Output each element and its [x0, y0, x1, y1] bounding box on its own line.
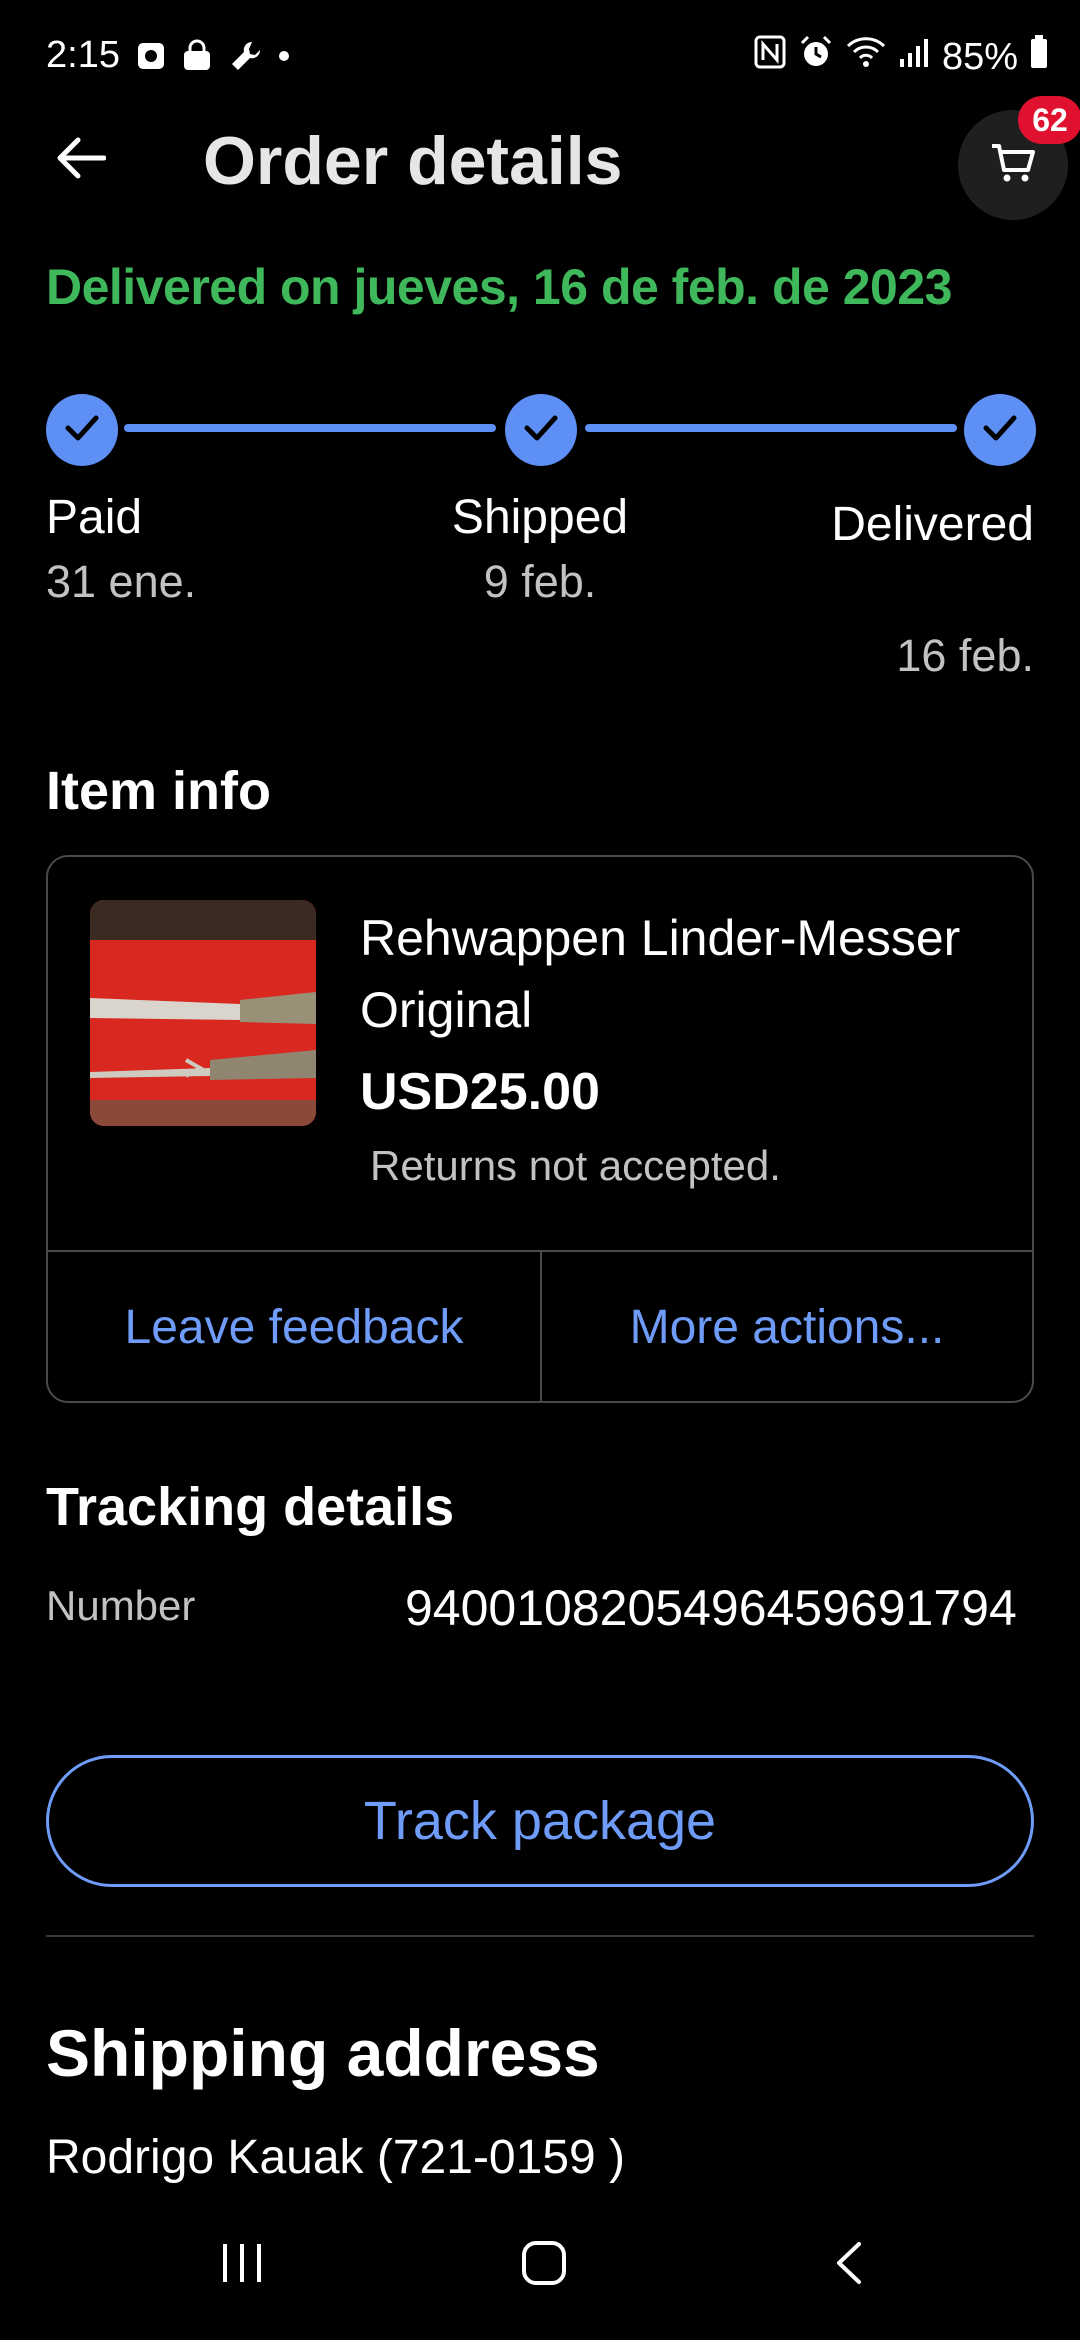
- tracking-number-label: Number: [46, 1582, 196, 1629]
- step-label-delivered: Delivered: [831, 498, 1034, 551]
- tracking-heading: Tracking details: [46, 1477, 455, 1537]
- step-date-paid: 31 ene.: [46, 556, 197, 607]
- step-label-paid: Paid: [46, 491, 143, 544]
- back-nav-button[interactable]: [788, 2225, 908, 2305]
- wifi-icon: [846, 35, 886, 79]
- battery-icon: [1030, 35, 1048, 79]
- shipping-address-heading: Shipping address: [46, 2016, 600, 2090]
- notification-icon: [136, 41, 166, 76]
- nfc-icon: [754, 35, 786, 79]
- status-time: 2:15: [46, 34, 120, 76]
- item-price: USD25.00: [360, 1063, 600, 1121]
- delivery-status: Delivered on jueves, 16 de feb. de 2023: [46, 259, 952, 315]
- track-package-button[interactable]: Track package: [46, 1755, 1034, 1887]
- wrench-icon: [228, 38, 264, 79]
- knife-set-image: [90, 900, 316, 1126]
- cart-icon: [990, 142, 1036, 189]
- recent-apps-button[interactable]: [182, 2225, 302, 2305]
- item-title[interactable]: Rehwappen Linder-Messer Original: [360, 902, 1000, 1046]
- step-paid-check: [46, 394, 118, 466]
- item-returns-policy: Returns not accepted.: [370, 1142, 781, 1189]
- step-shipped-check: [505, 394, 577, 466]
- step-date-shipped: 9 feb.: [483, 556, 597, 607]
- shipping-recipient: Rodrigo Kauak (721-0159 ): [46, 2131, 626, 2184]
- step-date-delivered: 16 feb.: [896, 630, 1034, 681]
- recent-apps-icon: [219, 2240, 265, 2291]
- step-label-shipped: Shipped: [451, 491, 629, 544]
- progress-line-2: [585, 424, 957, 432]
- cart-count-badge: 62: [1018, 96, 1080, 144]
- back-arrow-icon: [54, 136, 107, 185]
- chevron-left-icon: [833, 2240, 863, 2291]
- status-left-icons: [136, 38, 290, 78]
- shopping-bag-icon: [180, 39, 214, 78]
- check-icon: [523, 414, 559, 447]
- alarm-icon: [798, 34, 834, 80]
- more-actions-button[interactable]: More actions...: [542, 1252, 1032, 1402]
- section-divider: [46, 1935, 1034, 1937]
- progress-line-1: [124, 424, 496, 432]
- tracking-number-value: 9400108205496459691794: [405, 1580, 1017, 1636]
- leave-feedback-button[interactable]: Leave feedback: [48, 1252, 540, 1402]
- dot-icon: [278, 49, 290, 67]
- battery-percent: 85%: [941, 35, 1018, 78]
- item-info-heading: Item info: [46, 761, 271, 821]
- check-icon: [64, 414, 100, 447]
- step-delivered-check: [964, 394, 1036, 466]
- item-thumbnail[interactable]: [90, 900, 316, 1126]
- signal-icon: [898, 36, 930, 79]
- home-button[interactable]: [484, 2225, 604, 2305]
- status-right: 85%: [754, 34, 1048, 80]
- check-icon: [982, 414, 1018, 447]
- back-button[interactable]: [50, 130, 110, 190]
- page-title: Order details: [203, 123, 623, 199]
- home-icon: [521, 2240, 567, 2291]
